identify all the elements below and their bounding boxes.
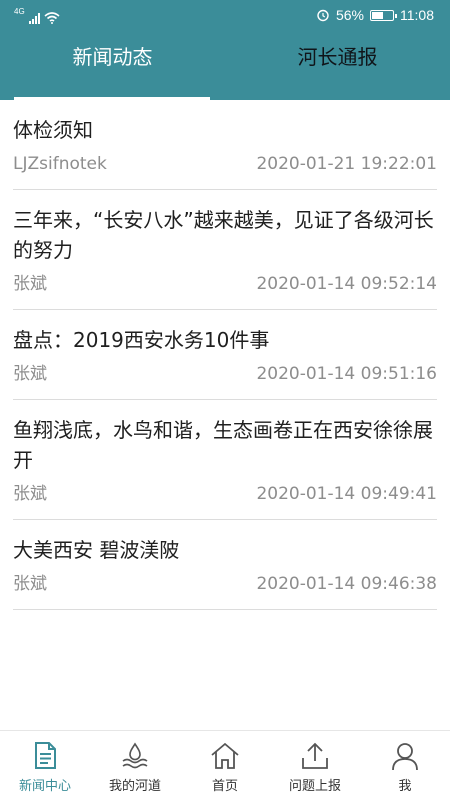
network-type: 4G xyxy=(14,7,25,16)
nav-report-issue[interactable]: 问题上报 xyxy=(270,731,360,800)
news-item[interactable]: 体检须知 LJZsifnotek 2020-01-21 19:22:01 xyxy=(13,100,437,190)
nav-my-river[interactable]: 我的河道 xyxy=(90,731,180,800)
wifi-icon xyxy=(44,12,60,24)
home-icon xyxy=(211,742,239,769)
news-meta: 张斌 2020-01-14 09:51:16 xyxy=(13,363,437,385)
status-bar: 4G 56% 11:08 xyxy=(0,0,450,32)
battery-fill xyxy=(372,11,384,19)
news-author: 张斌 xyxy=(13,574,47,594)
battery-percent: 56% xyxy=(335,7,364,23)
tab-river-chief-bulletin-label: 河长通报 xyxy=(297,45,378,69)
news-meta: LJZsifnotek 2020-01-21 19:22:01 xyxy=(13,153,437,175)
news-datetime: 2020-01-14 09:51:16 xyxy=(256,364,437,384)
person-icon xyxy=(392,743,418,771)
news-datetime: 2020-01-14 09:52:14 xyxy=(256,274,437,294)
nav-my-river-label: 我的河道 xyxy=(108,779,161,794)
news-item[interactable]: 大美西安 碧波渼陂 张斌 2020-01-14 09:46:38 xyxy=(13,520,437,610)
nav-news-center[interactable]: 新闻中心 xyxy=(0,731,90,800)
tab-news-updates[interactable]: 新闻动态 xyxy=(0,32,225,100)
news-title: 鱼翔浅底，水鸟和谐，生态画卷正在西安徐徐展开 xyxy=(13,418,433,472)
nav-home[interactable]: 首页 xyxy=(180,731,270,800)
news-item[interactable]: 盘点：2019西安水务10件事 张斌 2020-01-14 09:51:16 xyxy=(13,310,437,400)
news-meta: 张斌 2020-01-14 09:49:41 xyxy=(13,483,437,505)
bottom-nav: 新闻中心 我的河道 首页 问题上报 我 xyxy=(0,730,450,800)
news-datetime: 2020-01-21 19:22:01 xyxy=(256,154,437,174)
news-author: 张斌 xyxy=(13,484,47,504)
news-author: 张斌 xyxy=(13,364,47,384)
news-title: 大美西安 碧波渼陂 xyxy=(13,538,180,562)
nav-me-label: 我 xyxy=(398,779,412,794)
nav-news-center-label: 新闻中心 xyxy=(18,779,71,794)
news-datetime: 2020-01-14 09:49:41 xyxy=(256,484,437,504)
top-tab-bar: 新闻动态 河长通报 xyxy=(0,32,450,100)
news-title: 体检须知 xyxy=(13,118,93,142)
document-icon xyxy=(35,742,56,769)
nav-home-label: 首页 xyxy=(211,779,238,794)
news-list: 体检须知 LJZsifnotek 2020-01-21 19:22:01 三年来… xyxy=(0,100,450,610)
upload-icon xyxy=(302,742,328,769)
alarm-icon xyxy=(317,9,329,22)
battery-icon xyxy=(370,9,397,21)
nav-report-issue-label: 问题上报 xyxy=(288,779,341,794)
news-meta: 张斌 2020-01-14 09:46:38 xyxy=(13,573,437,595)
news-datetime: 2020-01-14 09:46:38 xyxy=(256,574,437,594)
news-title: 盘点：2019西安水务10件事 xyxy=(13,328,270,352)
status-left: 4G xyxy=(14,6,60,24)
clock: 11:08 xyxy=(400,7,434,23)
signal-icon xyxy=(28,12,40,24)
news-meta: 张斌 2020-01-14 09:52:14 xyxy=(13,273,437,295)
news-author: LJZsifnotek xyxy=(13,154,107,174)
news-title: 三年来，“长安八水”越来越美，见证了各级河长的努力 xyxy=(13,208,434,262)
nav-me[interactable]: 我 xyxy=(360,731,450,800)
tab-river-chief-bulletin[interactable]: 河长通报 xyxy=(225,32,450,100)
tab-news-updates-label: 新闻动态 xyxy=(72,45,153,69)
news-item[interactable]: 三年来，“长安八水”越来越美，见证了各级河长的努力 张斌 2020-01-14 … xyxy=(13,190,437,310)
water-icon xyxy=(122,742,148,769)
status-right: 56% 11:08 xyxy=(316,7,434,23)
news-author: 张斌 xyxy=(13,274,47,294)
news-item[interactable]: 鱼翔浅底，水鸟和谐，生态画卷正在西安徐徐展开 张斌 2020-01-14 09:… xyxy=(13,400,437,520)
